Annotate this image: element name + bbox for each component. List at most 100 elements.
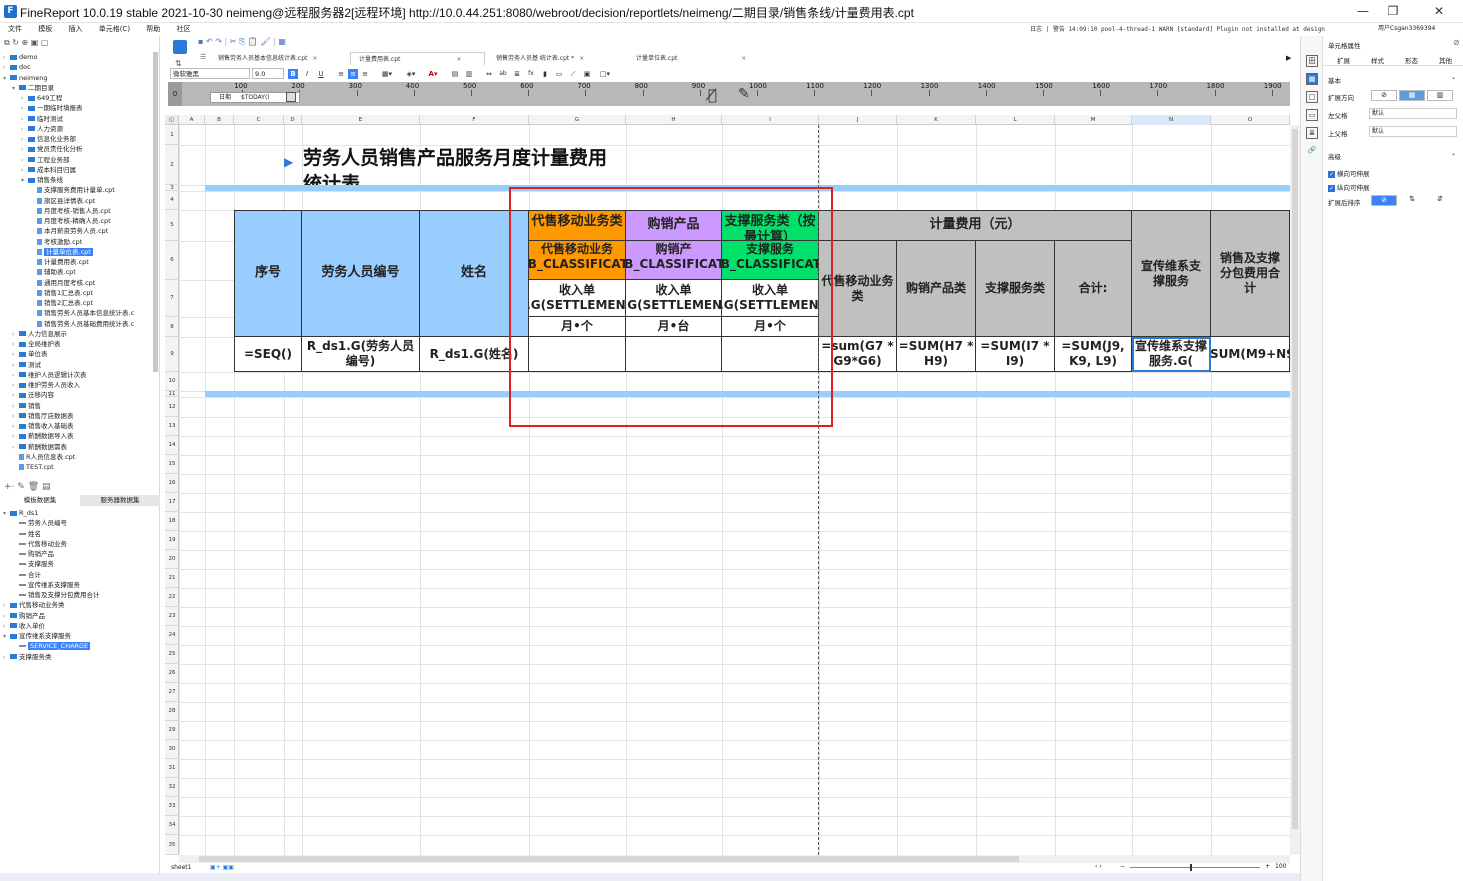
tab-close-icon[interactable]: × xyxy=(456,56,461,63)
row-header-cell[interactable]: 16 xyxy=(165,474,179,493)
horizontal-scrollbar[interactable] xyxy=(179,855,1290,863)
tree-item[interactable]: › 销售 xyxy=(0,401,158,411)
chevron-right-icon[interactable]: › xyxy=(12,361,19,370)
insert-more-icon[interactable]: □▾ xyxy=(596,69,614,79)
row-header-cell[interactable]: 9 xyxy=(165,337,179,372)
column-header-cell[interactable]: H xyxy=(626,115,722,125)
tree-item[interactable]: › 临时测试 xyxy=(0,114,158,124)
insert-image-icon[interactable]: ▭ xyxy=(554,69,564,79)
header-metered-fee[interactable]: 计量费用（元） xyxy=(819,210,1132,241)
tab-close-icon[interactable]: × xyxy=(741,55,746,62)
dataset-item[interactable]: ▾ R_ds1 xyxy=(0,508,158,518)
row-header-cell[interactable]: 17 xyxy=(165,493,179,512)
row-header-cell[interactable]: 21 xyxy=(165,569,179,588)
user-account[interactable]: 用户Csgan3369394 xyxy=(1378,23,1463,35)
tree-item[interactable]: 旗区县详情表.cpt xyxy=(0,196,158,206)
row-header-cell[interactable]: 18 xyxy=(165,512,179,531)
dataset-item[interactable]: › 代售移动业务类 xyxy=(0,600,158,610)
row-header-cell[interactable]: 33 xyxy=(165,797,179,816)
row-header-cell[interactable]: 34 xyxy=(165,816,179,835)
row-header-cell[interactable]: 1 xyxy=(165,125,179,145)
redo-icon[interactable]: ↷ xyxy=(215,37,222,46)
cell-element-icon[interactable]: □ xyxy=(1306,91,1318,103)
menu-community[interactable]: 社区 xyxy=(177,23,191,35)
widget-icon[interactable]: ▭ xyxy=(1306,109,1318,121)
dataset-item[interactable]: 购销产品 xyxy=(0,549,158,559)
delete-icon[interactable]: 🗑 xyxy=(28,482,39,492)
nav-arrows[interactable]: ‹ › xyxy=(1095,863,1102,870)
row-header-cell[interactable]: 30 xyxy=(165,740,179,759)
column-header-cell[interactable]: B xyxy=(205,115,234,125)
copy-icon[interactable]: ⎘ xyxy=(239,37,245,46)
underline-button[interactable]: U xyxy=(316,69,326,79)
header-promo-support[interactable]: 宣传维系支撑服务 xyxy=(1132,210,1211,337)
tree-item[interactable]: 辅助表.cpt xyxy=(0,267,158,277)
dataset-item[interactable]: › 支撑服务类 xyxy=(0,652,158,662)
align-right-icon[interactable]: ≡ xyxy=(360,69,370,79)
undo-icon[interactable]: ↶ xyxy=(206,37,213,46)
tab-menu-icon[interactable]: ☰ xyxy=(200,53,206,61)
font-size-select[interactable]: 9.0 xyxy=(252,68,284,79)
sort-asc-button[interactable]: ⇅ xyxy=(1399,195,1425,206)
tree-item[interactable]: › demo xyxy=(0,52,158,62)
left-parent-select[interactable]: 默认 xyxy=(1369,108,1457,119)
tree-item[interactable]: › 信息化业务部 xyxy=(0,134,158,144)
cell-o9-formula[interactable]: =SUM(M9+N9) xyxy=(1211,337,1290,372)
tree-item[interactable]: R人员信息表.cpt xyxy=(0,452,158,462)
chevron-right-icon[interactable]: › xyxy=(3,53,10,62)
chevron-right-icon[interactable]: › xyxy=(12,391,19,400)
font-color-icon[interactable]: A▾ xyxy=(424,69,442,79)
column-header-cell[interactable]: E xyxy=(302,115,420,125)
chevron-down-icon[interactable]: ▾ xyxy=(3,632,10,641)
chevron-right-icon[interactable]: › xyxy=(3,612,10,621)
condition-icon[interactable]: ≣ xyxy=(1306,127,1318,139)
dataset-item[interactable]: SERVICE_CHARGE xyxy=(0,641,158,651)
dataset-item[interactable]: › 收入单价 xyxy=(0,621,158,631)
menu-template[interactable]: 模板 xyxy=(38,23,52,35)
zoom-slider[interactable] xyxy=(1130,867,1260,868)
align-left-icon[interactable]: ≡ xyxy=(336,69,346,79)
add-icon[interactable]: +· xyxy=(4,482,14,492)
column-header-cell[interactable]: G xyxy=(529,115,626,125)
tabs-dropdown-icon[interactable]: ▶ xyxy=(1286,54,1291,62)
row-header-cell[interactable]: 35 xyxy=(165,835,179,855)
restore-icon[interactable]: ❐ xyxy=(1378,2,1408,20)
panel-tab-expand[interactable]: 扩展 xyxy=(1337,55,1350,65)
tree-item[interactable]: 销售劳务人员基本信息统计表.c xyxy=(0,308,158,318)
menu-help[interactable]: 帮助 xyxy=(146,23,160,35)
dataset-item[interactable]: 合计 xyxy=(0,570,158,580)
menu-file[interactable]: 文件 xyxy=(8,23,22,35)
fill-color-icon[interactable]: ◈▾ xyxy=(402,69,420,79)
chevron-right-icon[interactable]: › xyxy=(12,412,19,421)
direction-horizontal-button[interactable]: ▥ xyxy=(1427,90,1453,101)
select-all-corner[interactable]: ◱ xyxy=(165,115,179,125)
tree-item[interactable]: 销售2汇总表.cpt xyxy=(0,298,158,308)
tab-template-dataset[interactable]: 模板数据集 xyxy=(0,495,80,506)
insert-formula-icon[interactable]: fx xyxy=(526,69,536,79)
chevron-right-icon[interactable]: › xyxy=(12,340,19,349)
chevron-right-icon[interactable]: › xyxy=(3,601,10,610)
chevron-right-icon[interactable]: › xyxy=(21,156,28,165)
tree-item[interactable]: 本月薪资劳务人员.cpt xyxy=(0,226,158,236)
row-header-cell[interactable]: 10 xyxy=(165,372,179,391)
row-header-cell[interactable]: 8 xyxy=(165,317,179,337)
row-header-cell[interactable]: 27 xyxy=(165,683,179,702)
tree-item[interactable]: › doc xyxy=(0,62,158,72)
paste-icon[interactable]: 📋 xyxy=(248,37,258,46)
chevron-down-icon[interactable]: ▾ xyxy=(21,176,28,185)
direction-vertical-button[interactable]: ▦ xyxy=(1399,90,1425,101)
top-parent-select[interactable]: 默认 xyxy=(1369,126,1457,137)
header-total[interactable]: 合计: xyxy=(1055,241,1132,337)
sort-desc-button[interactable]: ⇵ xyxy=(1427,195,1453,206)
section-basic-chevron-icon[interactable]: ⌄ xyxy=(1451,74,1456,81)
tab-unit[interactable]: 计量单位表.cpt × xyxy=(628,52,746,65)
row-header-cell[interactable]: 25 xyxy=(165,645,179,664)
tree-item[interactable]: › 人力信息展示 xyxy=(0,329,158,339)
dataset-item[interactable]: 代售移动业务 xyxy=(0,539,158,549)
tree-item[interactable]: 销售劳务人员基础费用统计表.c xyxy=(0,319,158,329)
menu-insert[interactable]: 插入 xyxy=(68,23,82,35)
cell-k9-formula[interactable]: =SUM(H7 * H9) xyxy=(897,337,976,372)
insert-subreport-icon[interactable]: ▣ xyxy=(582,69,592,79)
sort-none-button[interactable]: ⊘ xyxy=(1371,195,1397,206)
tree-item[interactable]: 考核激励.cpt xyxy=(0,237,158,247)
